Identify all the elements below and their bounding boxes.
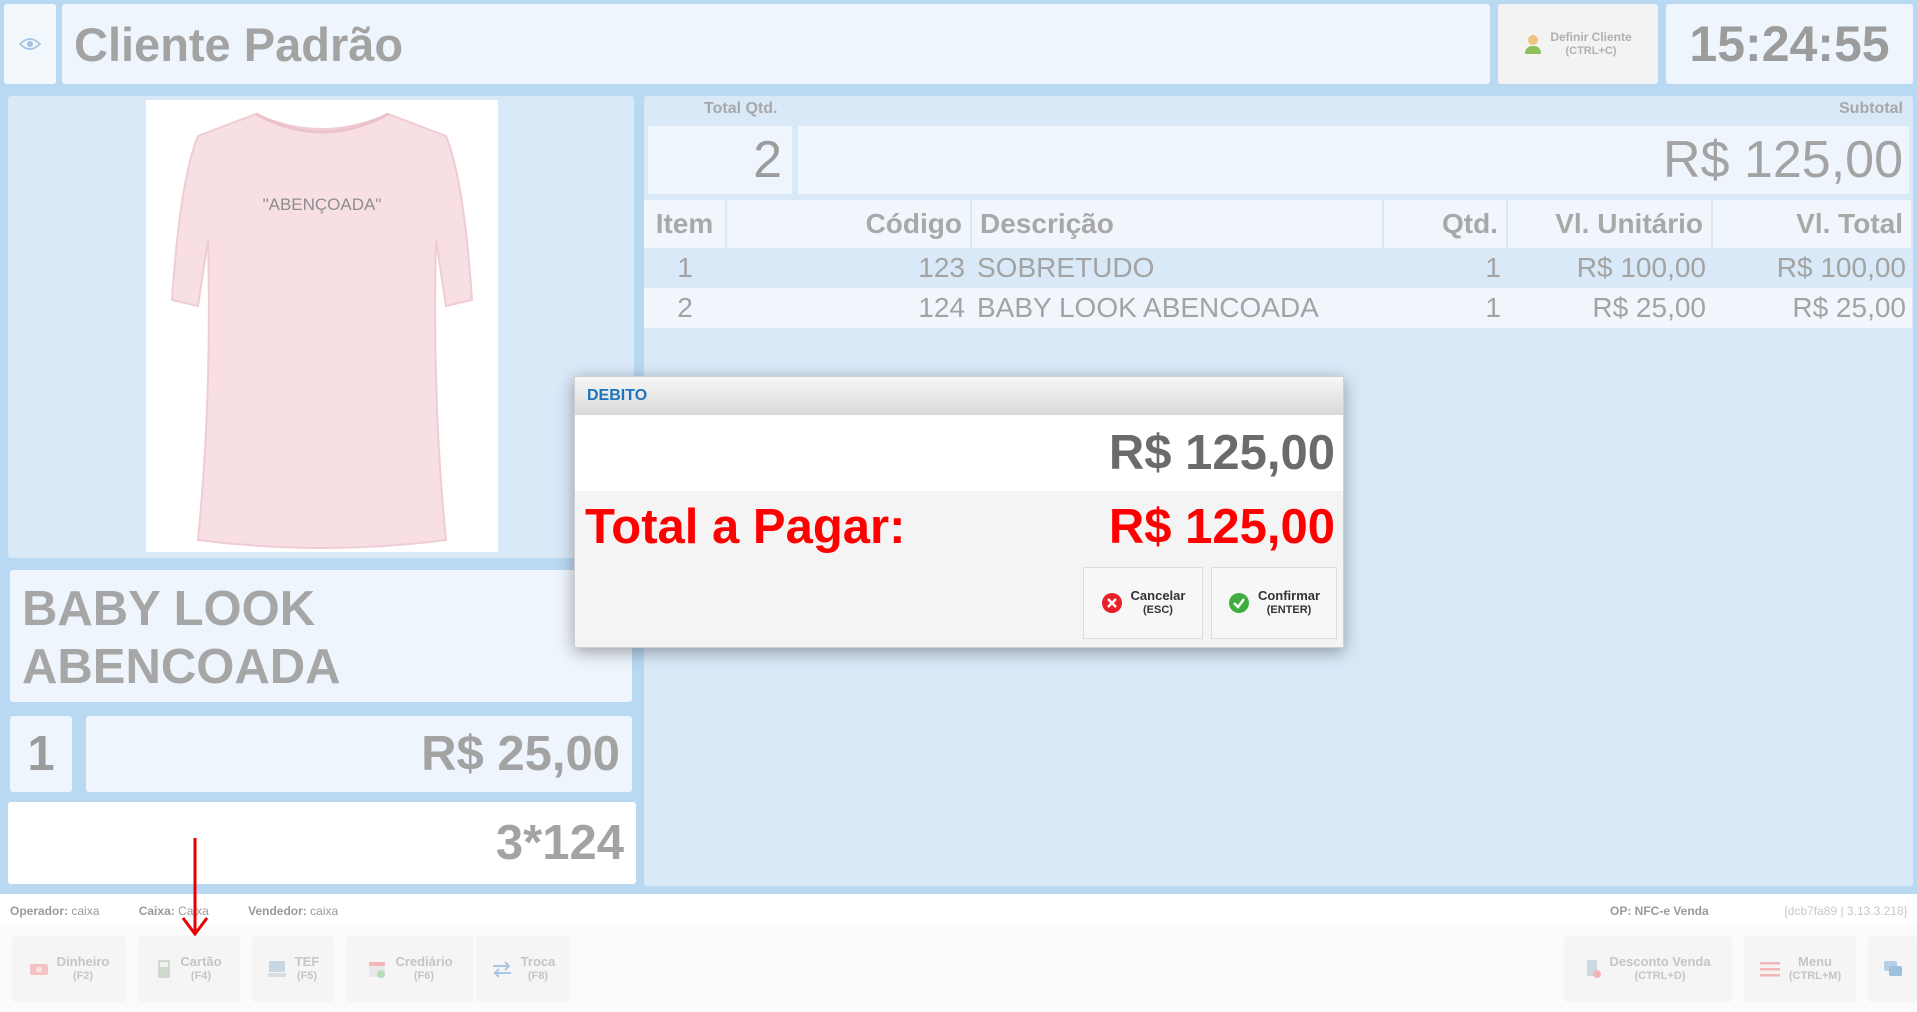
col-header-qty: Qtd.	[1383, 200, 1508, 248]
operator-label: Operador:	[10, 904, 69, 918]
close-icon	[1101, 593, 1122, 613]
user-icon	[1525, 35, 1542, 54]
troca-label: Troca	[520, 954, 556, 969]
seller-value: caixa	[310, 904, 339, 918]
tef-shortcut: (F5)	[296, 970, 318, 982]
table-row[interactable]: 2 124 BABY LOOK ABENCOADA 1 R$ 25,00 R$ …	[644, 288, 1912, 328]
menu-button[interactable]: Menu (CTRL+M)	[1744, 936, 1856, 1002]
cancel-shortcut: (ESC)	[1143, 604, 1173, 616]
cash-icon	[29, 964, 48, 975]
troca-shortcut: (F8)	[527, 970, 549, 982]
operator-value: caixa	[71, 904, 100, 918]
cell-unit-value: R$ 25,00	[1507, 288, 1712, 328]
total-to-pay-row: Total a Pagar: R$ 125,00	[575, 491, 1343, 563]
confirm-label: Confirmar	[1257, 588, 1321, 603]
desconto-venda-button[interactable]: Desconto Venda (CTRL+D)	[1564, 936, 1732, 1002]
total-to-pay-value: R$ 125,00	[1108, 500, 1335, 554]
dialog-title: DEBITO	[575, 377, 1343, 415]
product-entry-input[interactable]: 3*124	[8, 802, 636, 884]
total-to-pay-label: Total a Pagar:	[585, 500, 906, 554]
cell-description: SOBRETUDO	[971, 248, 1383, 288]
toggle-visibility-button[interactable]	[4, 4, 56, 84]
menu-shortcut: (CTRL+M)	[1788, 970, 1842, 982]
cancel-button[interactable]: Cancelar (ESC)	[1083, 567, 1203, 639]
seller-label: Vendedor:	[248, 904, 307, 918]
client-bar: Cliente Padrão	[62, 4, 1490, 84]
client-name: Cliente Padrão	[74, 17, 404, 71]
col-header-code: Código	[726, 200, 972, 248]
crediario-button[interactable]: Crediário (F6)	[346, 936, 474, 1002]
col-header-unit-value: Vl. Unitário	[1507, 200, 1713, 248]
cashier-label: Caixa:	[138, 904, 175, 918]
dinheiro-label: Dinheiro	[56, 954, 110, 969]
items-table: Item Código Descrição Qtd. Vl. Unitário …	[644, 200, 1913, 328]
define-client-shortcut: (CTRL+C)	[1565, 45, 1617, 57]
cancel-label: Cancelar	[1130, 588, 1186, 603]
table-header-row: Item Código Descrição Qtd. Vl. Unitário …	[644, 200, 1913, 248]
define-client-button[interactable]: Definir Cliente (CTRL+C)	[1498, 4, 1658, 84]
dinheiro-button[interactable]: Dinheiro (F2)	[12, 936, 126, 1002]
total-qty-value: 2	[648, 126, 792, 194]
cartao-label: Cartão	[180, 954, 222, 969]
cell-code: 124	[726, 288, 971, 328]
col-header-description: Descrição	[971, 200, 1384, 248]
desconto-shortcut: (CTRL+D)	[1634, 970, 1686, 982]
define-client-label: Definir Cliente	[1550, 30, 1632, 44]
tef-terminal-icon	[267, 961, 286, 977]
cell-total-value: R$ 100,00	[1712, 248, 1912, 288]
chat-icon	[1883, 961, 1902, 976]
cell-code: 123	[726, 248, 971, 288]
clock: 15:24:55	[1666, 4, 1913, 84]
annotation-arrow	[181, 838, 209, 937]
product-qty: 1	[10, 716, 72, 792]
dinheiro-shortcut: (F2)	[72, 970, 94, 982]
tef-label: TEF	[294, 954, 320, 969]
product-name-box: BABY LOOK ABENCOADA	[10, 570, 632, 702]
cell-total-value: R$ 25,00	[1712, 288, 1912, 328]
confirm-shortcut: (ENTER)	[1266, 604, 1312, 616]
cell-description: BABY LOOK ABENCOADA	[971, 288, 1383, 328]
tef-button[interactable]: TEF (F5)	[252, 936, 334, 1002]
total-qty-label: Total Qtd.	[704, 100, 778, 117]
product-name: BABY LOOK ABENCOADA	[22, 582, 341, 694]
crediario-label: Crediário	[395, 954, 453, 969]
hamburger-menu-icon	[1759, 962, 1780, 977]
table-row[interactable]: 1 123 SOBRETUDO 1 R$ 100,00 R$ 100,00	[644, 248, 1912, 288]
cartao-shortcut: (F4)	[190, 970, 212, 982]
check-icon	[1228, 593, 1249, 613]
cell-item: 1	[644, 248, 726, 288]
shirt-print-text: "ABENÇOADA"	[263, 195, 382, 214]
troca-button[interactable]: Troca (F8)	[476, 936, 570, 1002]
product-image-area: "ABENÇOADA"	[8, 96, 634, 558]
crediario-shortcut: (F6)	[413, 970, 435, 982]
discount-icon	[1587, 960, 1602, 978]
status-line: Operador: caixa Caixa: Caixa Vendedor: c…	[0, 894, 1917, 926]
payment-amount-input[interactable]: R$ 125,00	[575, 415, 1343, 491]
cell-unit-value: R$ 100,00	[1507, 248, 1712, 288]
menu-label: Menu	[1798, 954, 1832, 969]
product-image: "ABENÇOADA"	[146, 100, 498, 552]
payment-toolbar: Dinheiro (F2) Cartão (F4) TEF (F5) Crediári…	[0, 926, 1917, 1012]
eye-icon	[19, 38, 41, 50]
version-label: [dcb7fa89 | 3.13.3.218]	[1784, 904, 1907, 918]
operation-label: OP: NFC-e Venda	[1610, 904, 1709, 918]
confirm-button[interactable]: Confirmar (ENTER)	[1211, 567, 1337, 639]
cell-qty: 1	[1383, 248, 1507, 288]
cell-qty: 1	[1383, 288, 1507, 328]
col-header-item: Item	[644, 200, 727, 248]
chat-button[interactable]	[1868, 936, 1917, 1002]
exchange-icon	[492, 961, 511, 978]
cell-item: 2	[644, 288, 726, 328]
calendar-icon	[369, 962, 386, 978]
debit-payment-dialog: DEBITO R$ 125,00 Total a Pagar: R$ 125,0…	[574, 376, 1344, 648]
cartao-button[interactable]: Cartão (F4)	[138, 936, 240, 1002]
desconto-label: Desconto Venda	[1609, 954, 1711, 969]
card-machine-icon	[158, 960, 171, 978]
col-header-total-value: Vl. Total	[1712, 200, 1913, 248]
subtotal-label: Subtotal	[1839, 100, 1903, 117]
subtotal-value: R$ 125,00	[798, 126, 1909, 194]
tshirt-image: "ABENÇOADA"	[170, 112, 474, 549]
product-price: R$ 25,00	[86, 716, 632, 792]
